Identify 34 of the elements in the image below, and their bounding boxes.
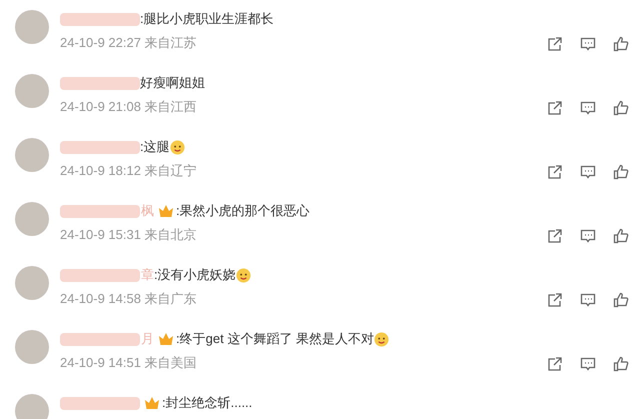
comment-text: 好瘦啊姐姐 [140,74,205,92]
comment-icon[interactable] [580,292,596,308]
comment-icon[interactable] [580,36,596,52]
thumbs-up-icon[interactable] [613,228,629,244]
comment-time: 24-10-9 15:31 来自北京 [60,226,197,244]
comment-time: 24-10-9 18:12 来自辽宁 [60,162,197,180]
comment-time: 24-10-9 14:58 来自广东 [60,290,197,308]
comment-text: :这腿 [140,138,170,156]
username[interactable]: 月 [141,329,154,349]
thumbs-up-icon[interactable] [613,100,629,116]
share-icon[interactable] [547,100,563,116]
comment-time: 24-10-9 21:08 来自江西 [60,98,197,116]
comment-text: :封尘绝念斩...... [162,394,252,412]
comment-text: :腿比小虎职业生涯都长 [140,10,274,28]
comment-icon[interactable] [580,228,596,244]
comment-text: :没有小虎妖娆 [154,266,236,284]
thumbs-up-icon[interactable] [613,292,629,308]
thumbs-up-icon[interactable] [613,36,629,52]
thumbs-up-icon[interactable] [613,164,629,180]
username[interactable]: 枫 [141,201,154,221]
share-icon[interactable] [547,292,563,308]
share-icon[interactable] [547,36,563,52]
comment-time: 24-10-9 14:51 来自美国 [60,354,197,372]
comment-text: :终于get 这个舞蹈了 果然是人不对 [176,330,374,348]
comment-icon[interactable] [580,100,596,116]
share-icon[interactable] [547,356,563,372]
thumbs-up-icon[interactable] [613,356,629,372]
share-icon[interactable] [547,228,563,244]
username[interactable]: 章 [141,265,154,285]
comment-icon[interactable] [580,356,596,372]
comment-icon[interactable] [580,164,596,180]
share-icon[interactable] [547,164,563,180]
comment-text: :果然小虎的那个很恶心 [176,202,310,220]
comment-time: 24-10-9 22:27 来自江苏 [60,34,197,52]
